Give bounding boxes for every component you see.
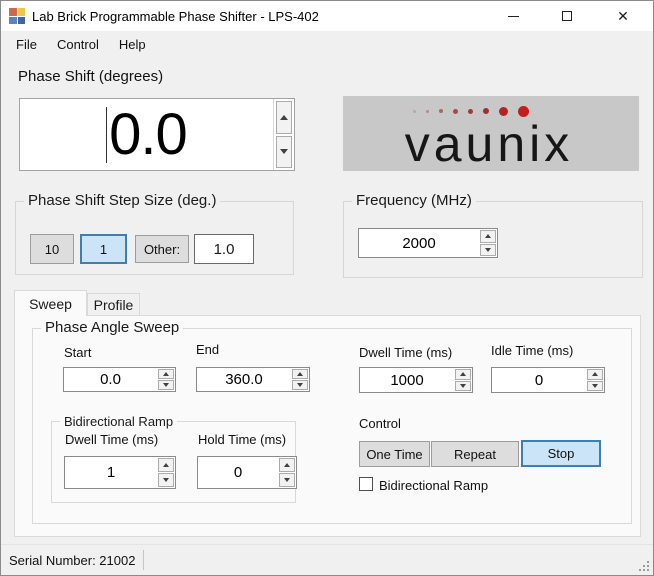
window-title: Lab Brick Programmable Phase Shifter - L… bbox=[32, 8, 319, 24]
logo-dot bbox=[426, 109, 429, 113]
app-icon bbox=[9, 8, 25, 24]
frequency-field[interactable]: 2000 bbox=[358, 228, 498, 258]
step-size-group: Phase Shift Step Size (deg.) 10 1 Other:… bbox=[15, 192, 294, 275]
one-time-button[interactable]: One Time bbox=[359, 441, 430, 467]
app-window: Lab Brick Programmable Phase Shifter - L… bbox=[0, 0, 654, 576]
dwell-time-label: Dwell Time (ms) bbox=[359, 345, 453, 360]
minimize-icon bbox=[507, 15, 519, 17]
up-arrow-icon bbox=[485, 234, 491, 239]
bidirectional-ramp-checkbox[interactable] bbox=[359, 477, 373, 491]
hold-time-field[interactable]: 0 bbox=[197, 456, 297, 489]
up-arrow-icon bbox=[297, 372, 303, 376]
dwell-time-field[interactable]: 1000 bbox=[359, 367, 473, 393]
phase-shift-up-button[interactable] bbox=[276, 101, 292, 134]
step-other-button[interactable]: Other: bbox=[135, 235, 189, 263]
tab-sweep[interactable]: Sweep bbox=[14, 290, 87, 316]
serial-number-text: Serial Number: 21002 bbox=[9, 552, 136, 568]
control-label: Control bbox=[359, 416, 401, 431]
dwell-down-button[interactable] bbox=[455, 380, 471, 391]
status-bar: Serial Number: 21002 bbox=[1, 544, 653, 575]
down-arrow-icon bbox=[284, 478, 290, 482]
maximize-button[interactable] bbox=[545, 1, 589, 31]
tab-profile[interactable]: Profile bbox=[87, 293, 140, 316]
hold-up-button[interactable] bbox=[279, 458, 295, 472]
phase-angle-sweep-group: Phase Angle Sweep Start 0.0 End 360.0 Dw… bbox=[32, 319, 632, 524]
status-divider bbox=[143, 550, 144, 570]
logo-dot bbox=[518, 105, 529, 117]
up-arrow-icon bbox=[163, 463, 169, 467]
logo-wordmark: vaunix bbox=[404, 116, 574, 172]
step-10-button[interactable]: 10 bbox=[30, 234, 74, 264]
up-arrow-icon bbox=[592, 372, 598, 377]
logo-dot bbox=[499, 106, 508, 116]
menu-help[interactable]: Help bbox=[109, 33, 156, 56]
logo-dot bbox=[453, 108, 458, 114]
bidirectional-ramp-group-label: Bidirectional Ramp bbox=[60, 414, 178, 429]
logo-dot bbox=[413, 109, 416, 113]
ramp-dwell-down-button[interactable] bbox=[158, 473, 174, 487]
menu-bar: File Control Help bbox=[1, 31, 653, 58]
sweep-tab-page: Phase Angle Sweep Start 0.0 End 360.0 Dw… bbox=[14, 315, 641, 537]
end-up-button[interactable] bbox=[292, 369, 308, 379]
up-arrow-icon bbox=[460, 372, 466, 377]
down-arrow-icon bbox=[297, 383, 303, 387]
title-bar: Lab Brick Programmable Phase Shifter - L… bbox=[1, 1, 653, 31]
start-label: Start bbox=[64, 345, 92, 360]
phase-shift-spinner bbox=[273, 99, 294, 170]
idle-time-label: Idle Time (ms) bbox=[491, 343, 574, 358]
resize-grip-icon[interactable] bbox=[638, 560, 650, 572]
hold-time-label: Hold Time (ms) bbox=[198, 432, 287, 447]
minimize-button[interactable] bbox=[491, 1, 535, 31]
idle-time-field[interactable]: 0 bbox=[491, 367, 605, 393]
start-up-button[interactable] bbox=[158, 369, 174, 379]
phase-shift-down-button[interactable] bbox=[276, 135, 292, 168]
frequency-down-button[interactable] bbox=[480, 243, 496, 256]
down-arrow-icon bbox=[592, 383, 598, 388]
end-label: End bbox=[196, 342, 220, 357]
close-icon: ✕ bbox=[617, 8, 629, 24]
repeat-button[interactable]: Repeat bbox=[431, 441, 519, 467]
idle-up-button[interactable] bbox=[587, 369, 603, 380]
dwell-up-button[interactable] bbox=[455, 369, 471, 380]
up-arrow-icon bbox=[280, 114, 288, 120]
phase-shift-field[interactable]: 0.0 bbox=[19, 98, 295, 171]
end-field[interactable]: 360.0 bbox=[196, 367, 310, 392]
phase-angle-sweep-label: Phase Angle Sweep bbox=[41, 319, 184, 336]
frequency-group: Frequency (MHz) 2000 bbox=[343, 192, 643, 278]
step-1-button[interactable]: 1 bbox=[80, 234, 127, 264]
idle-down-button[interactable] bbox=[587, 380, 603, 391]
menu-control[interactable]: Control bbox=[47, 33, 109, 56]
maximize-icon bbox=[562, 11, 572, 21]
ramp-dwell-field[interactable]: 1 bbox=[64, 456, 176, 489]
start-field[interactable]: 0.0 bbox=[63, 367, 176, 392]
text-cursor bbox=[106, 106, 108, 163]
phase-shift-label: Phase Shift (degrees) bbox=[18, 68, 164, 85]
up-arrow-icon bbox=[163, 372, 169, 376]
down-arrow-icon bbox=[163, 478, 169, 482]
down-arrow-icon bbox=[485, 247, 491, 252]
ramp-dwell-up-button[interactable] bbox=[158, 458, 174, 472]
ramp-dwell-label: Dwell Time (ms) bbox=[65, 432, 159, 447]
bidirectional-ramp-group: Bidirectional Ramp Dwell Time (ms) 1 Hol… bbox=[51, 414, 297, 503]
up-arrow-icon bbox=[284, 463, 290, 467]
start-down-button[interactable] bbox=[158, 380, 174, 390]
frequency-up-button[interactable] bbox=[480, 230, 496, 243]
bidirectional-ramp-checkbox-label: Bidirectional Ramp bbox=[379, 478, 489, 493]
menu-file[interactable]: File bbox=[6, 33, 47, 56]
end-down-button[interactable] bbox=[292, 380, 308, 390]
logo-dot bbox=[468, 108, 473, 114]
down-arrow-icon bbox=[280, 149, 288, 155]
hold-down-button[interactable] bbox=[279, 473, 295, 487]
frequency-group-label: Frequency (MHz) bbox=[352, 192, 476, 209]
vaunix-logo: vaunix bbox=[343, 96, 639, 171]
down-arrow-icon bbox=[163, 383, 169, 387]
logo-dot bbox=[439, 109, 443, 113]
logo-dot bbox=[483, 108, 489, 114]
phase-shift-value: 0.0 bbox=[109, 101, 188, 167]
close-button[interactable]: ✕ bbox=[601, 1, 645, 31]
step-other-input[interactable]: 1.0 bbox=[194, 234, 254, 264]
step-size-group-label: Phase Shift Step Size (deg.) bbox=[24, 192, 221, 209]
down-arrow-icon bbox=[460, 383, 466, 388]
stop-button[interactable]: Stop bbox=[521, 440, 601, 467]
